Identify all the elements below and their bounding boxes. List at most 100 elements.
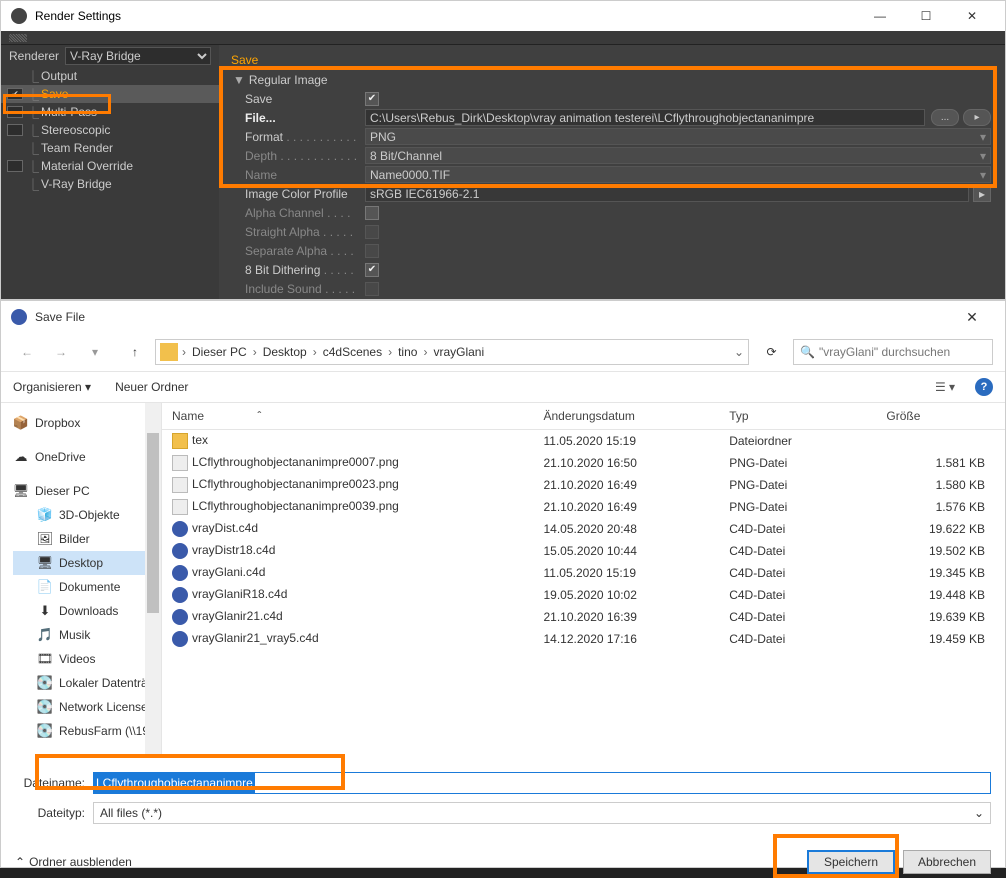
tree-item[interactable]: 🎞Videos xyxy=(13,647,161,671)
sidebar-checkbox[interactable] xyxy=(7,178,23,190)
file-play-button[interactable]: ▸ xyxy=(963,109,991,126)
file-row[interactable]: vrayGlani.c4d11.05.2020 15:19C4D-Datei19… xyxy=(162,562,1005,584)
icp-label: Image Color Profile xyxy=(245,187,365,201)
app-icon xyxy=(11,309,27,325)
file-row[interactable]: LCflythroughobjectananimpre0039.png21.10… xyxy=(162,496,1005,518)
forward-button[interactable]: → xyxy=(47,338,75,366)
sidebar-item-multi-pass[interactable]: ⎿Multi-Pass xyxy=(1,103,219,121)
tree-item[interactable]: 📄Dokumente xyxy=(13,575,161,599)
tree-item[interactable]: 📦Dropbox xyxy=(13,411,161,435)
sidebar-item-save[interactable]: ✔⎿Save xyxy=(1,85,219,103)
tree-item[interactable]: 🖥Desktop xyxy=(13,551,161,575)
depth-label: Depth . . . . . . . . . . . . xyxy=(245,149,365,163)
tree-item-label: Desktop xyxy=(59,556,103,570)
sidebar-checkbox[interactable] xyxy=(7,160,23,172)
close-button[interactable]: ✕ xyxy=(949,302,995,332)
back-button[interactable]: ← xyxy=(13,338,41,366)
sidebar-checkbox[interactable] xyxy=(7,124,23,136)
tree-item-label: Dieser PC xyxy=(35,484,90,498)
tree-item[interactable]: 🖥Dieser PC xyxy=(13,479,161,503)
filetype-label: Dateityp: xyxy=(15,806,93,820)
help-button[interactable]: ? xyxy=(975,378,993,396)
tree-item[interactable]: 💽RebusFarm (\\19 xyxy=(13,719,161,743)
sidebar-item-label: Stereoscopic xyxy=(41,123,110,137)
crumb-item[interactable]: Dieser PC xyxy=(188,345,251,359)
sidebar-item-output[interactable]: ⎿Output xyxy=(1,67,219,85)
tree-item[interactable]: 💽Lokaler Datenträ xyxy=(13,671,161,695)
view-button[interactable]: ☰ ▾ xyxy=(927,376,963,398)
tree-item[interactable]: 🧊3D-Objekte xyxy=(13,503,161,527)
scrollbar[interactable] xyxy=(145,403,161,758)
up-button[interactable]: ↑ xyxy=(121,338,149,366)
alpha-label: Alpha Channel . . . . xyxy=(245,206,365,220)
crumb-item[interactable]: c4dScenes xyxy=(319,345,386,359)
save-file-titlebar[interactable]: Save File ✕ xyxy=(1,301,1005,333)
icp-field[interactable]: sRGB IEC61966-2.1 xyxy=(365,185,969,202)
file-path-input[interactable] xyxy=(365,109,925,126)
file-list[interactable]: Name ˆ Änderungsdatum Typ Größe tex11.05… xyxy=(161,403,1005,758)
file-row[interactable]: vrayGlanir21.c4d21.10.2020 16:39C4D-Date… xyxy=(162,606,1005,628)
dither-checkbox[interactable] xyxy=(365,263,379,277)
col-size[interactable]: Größe xyxy=(876,403,1005,430)
name-dropdown[interactable]: Name0000.TIF▾ xyxy=(365,166,991,183)
crumb-item[interactable]: Desktop xyxy=(259,345,311,359)
search-input[interactable]: 🔍 "vrayGlani" durchsuchen xyxy=(793,339,993,365)
organize-button[interactable]: Organisieren ▾ xyxy=(13,380,91,394)
grip-bar[interactable] xyxy=(1,31,1005,45)
tree-item-label: Bilder xyxy=(59,532,90,546)
file-row[interactable]: LCflythroughobjectananimpre0007.png21.10… xyxy=(162,452,1005,474)
crumb-item[interactable]: tino xyxy=(394,345,421,359)
sidebar-item-stereoscopic[interactable]: ⎿Stereoscopic xyxy=(1,121,219,139)
tree-item[interactable]: ☁OneDrive xyxy=(13,445,161,469)
file-row[interactable]: vrayGlaniR18.c4d19.05.2020 10:02C4D-Date… xyxy=(162,584,1005,606)
breadcrumb[interactable]: › Dieser PC› Desktop› c4dScenes› tino› v… xyxy=(155,339,749,365)
tree-item[interactable]: 🎵Musik xyxy=(13,623,161,647)
tree-item[interactable]: 💽Network License xyxy=(13,695,161,719)
file-row[interactable]: LCflythroughobjectananimpre0023.png21.10… xyxy=(162,474,1005,496)
refresh-button[interactable]: ⟳ xyxy=(755,339,787,365)
cancel-button[interactable]: Abbrechen xyxy=(903,850,991,874)
search-icon: 🔍 xyxy=(800,345,815,359)
c4d-icon xyxy=(172,587,188,603)
renderer-dropdown[interactable]: V-Ray Bridge xyxy=(65,47,211,65)
crumb-item[interactable]: vrayGlani xyxy=(429,345,488,359)
sidebar-checkbox[interactable]: ✔ xyxy=(7,88,23,100)
sidebar-checkbox[interactable] xyxy=(7,142,23,154)
file-row[interactable]: vrayGlanir21_vray5.c4d14.12.2020 17:16C4… xyxy=(162,628,1005,650)
file-row[interactable]: vrayDistr18.c4d15.05.2020 10:44C4D-Datei… xyxy=(162,540,1005,562)
tree-item[interactable]: 🖼Bilder xyxy=(13,527,161,551)
file-label[interactable]: File... xyxy=(245,111,365,125)
col-name[interactable]: Name ˆ xyxy=(162,403,533,430)
minimize-button[interactable]: — xyxy=(857,1,903,31)
recent-button[interactable]: ▾ xyxy=(81,338,109,366)
icp-arrow-button[interactable]: ▸ xyxy=(973,185,991,202)
tab-save[interactable]: Save xyxy=(223,51,266,67)
filename-input[interactable] xyxy=(93,772,991,794)
sidebar-item-v-ray-bridge[interactable]: ⎿V-Ray Bridge xyxy=(1,175,219,193)
sidebar-checkbox[interactable] xyxy=(7,106,23,118)
depth-dropdown[interactable]: 8 Bit/Channel▾ xyxy=(365,147,991,164)
maximize-button[interactable]: ☐ xyxy=(903,1,949,31)
alpha-checkbox[interactable] xyxy=(365,206,379,220)
tree-item[interactable]: ⬇Downloads xyxy=(13,599,161,623)
folder-tree[interactable]: 📦Dropbox ☁OneDrive 🖥Dieser PC🧊3D-Objekte🖼B… xyxy=(1,403,161,758)
filetype-dropdown[interactable]: All files (*.*)⌄ xyxy=(93,802,991,824)
close-button[interactable]: ✕ xyxy=(949,1,995,31)
format-dropdown[interactable]: PNG▾ xyxy=(365,128,991,145)
file-browse-button[interactable]: ... xyxy=(931,109,959,126)
col-type[interactable]: Typ xyxy=(719,403,876,430)
sidebar-checkbox[interactable] xyxy=(7,70,23,82)
sidebar-item-team-render[interactable]: ⎿Team Render xyxy=(1,139,219,157)
group-regular-image[interactable]: ▼Regular Image xyxy=(233,71,991,89)
sidebar-item-label: Output xyxy=(41,69,77,83)
new-folder-button[interactable]: Neuer Ordner xyxy=(115,380,188,394)
render-settings-titlebar[interactable]: Render Settings — ☐ ✕ xyxy=(1,1,1005,31)
hide-folders-button[interactable]: ⌃Ordner ausblenden xyxy=(15,855,132,869)
save-checkbox[interactable] xyxy=(365,92,379,106)
file-row[interactable]: tex11.05.2020 15:19Dateiordner xyxy=(162,430,1005,453)
sidebar-item-material-override[interactable]: ⎿Material Override xyxy=(1,157,219,175)
renderer-label: Renderer xyxy=(9,49,59,63)
file-row[interactable]: vrayDist.c4d14.05.2020 20:48C4D-Datei19.… xyxy=(162,518,1005,540)
col-date[interactable]: Änderungsdatum xyxy=(533,403,719,430)
save-button[interactable]: Speichern xyxy=(807,850,895,874)
